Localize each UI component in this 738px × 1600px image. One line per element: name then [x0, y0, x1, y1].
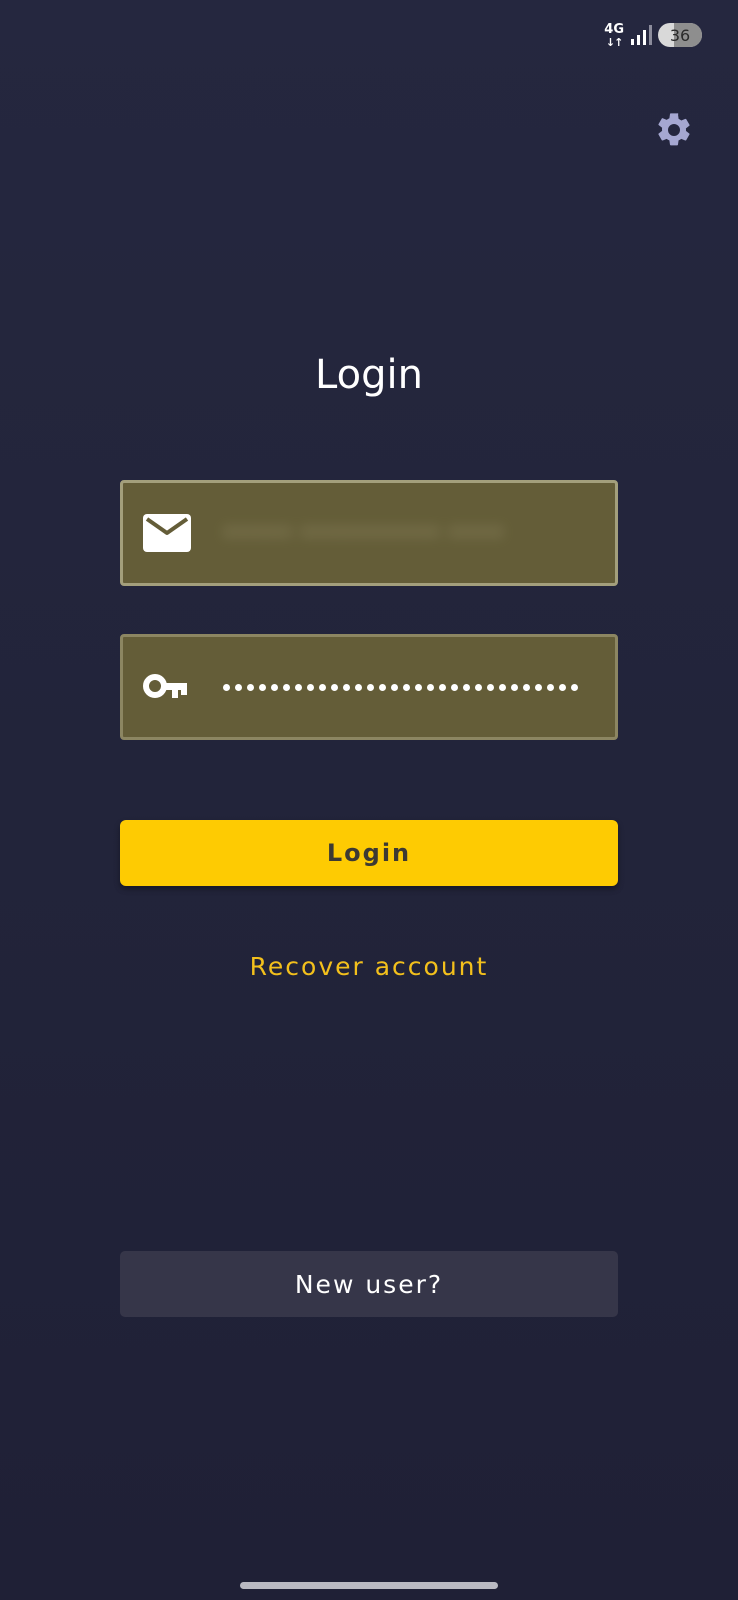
login-screen: 4G ↓↑ 36 Login ••••• •••••••••• •••• Log…	[0, 0, 738, 1600]
mail-icon	[143, 514, 191, 552]
password-mask-dot	[535, 683, 542, 691]
password-mask-dot	[247, 683, 254, 691]
password-mask-dot	[331, 683, 338, 691]
password-mask-dot	[307, 683, 314, 691]
gear-icon	[658, 113, 690, 146]
battery-level-text: 36	[669, 25, 691, 45]
email-field-icon-wrap	[143, 514, 223, 552]
password-mask-dot	[547, 683, 554, 691]
password-mask-dot	[571, 683, 578, 691]
signal-icon	[631, 25, 652, 45]
password-mask	[223, 683, 578, 691]
key-icon	[143, 674, 187, 698]
password-mask-dot	[523, 683, 530, 691]
password-mask-dot	[355, 683, 362, 691]
password-mask-dot	[403, 683, 410, 691]
password-mask-dot	[415, 683, 422, 691]
password-mask-dot	[319, 683, 326, 691]
password-mask-dot	[559, 683, 566, 691]
password-mask-dot	[439, 683, 446, 691]
password-mask-dot	[487, 683, 494, 691]
password-mask-dot	[511, 683, 518, 691]
password-mask-dot	[295, 683, 302, 691]
password-mask-dot	[283, 683, 290, 691]
password-mask-dot	[391, 683, 398, 691]
password-mask-dot	[451, 683, 458, 691]
password-mask-dot	[475, 683, 482, 691]
password-mask-dot	[427, 683, 434, 691]
password-field-icon-wrap	[143, 674, 223, 700]
new-user-button[interactable]: New user?	[120, 1251, 618, 1317]
status-bar: 4G ↓↑ 36	[604, 18, 702, 52]
password-mask-dot	[235, 683, 242, 691]
home-indicator[interactable]	[240, 1582, 498, 1589]
network-type-indicator: 4G ↓↑	[604, 23, 624, 48]
password-mask-dot	[379, 683, 386, 691]
email-field[interactable]: ••••• •••••••••• ••••	[120, 480, 618, 586]
password-mask-dot	[367, 683, 374, 691]
login-button[interactable]: Login	[120, 820, 618, 886]
password-mask-dot	[271, 683, 278, 691]
settings-button[interactable]	[650, 106, 698, 154]
password-mask-dot	[343, 683, 350, 691]
password-field[interactable]	[120, 634, 618, 740]
password-mask-dot	[499, 683, 506, 691]
network-type-label: 4G	[604, 21, 624, 37]
password-mask-dot	[223, 683, 230, 691]
network-activity-icon: ↓↑	[605, 35, 623, 49]
page-title: Login	[315, 352, 423, 398]
battery-icon: 36	[658, 23, 702, 47]
password-mask-dot	[463, 683, 470, 691]
password-mask-dot	[259, 683, 266, 691]
recover-account-link[interactable]: Recover account	[0, 952, 738, 981]
email-value: ••••• •••••••••• ••••	[223, 520, 505, 546]
